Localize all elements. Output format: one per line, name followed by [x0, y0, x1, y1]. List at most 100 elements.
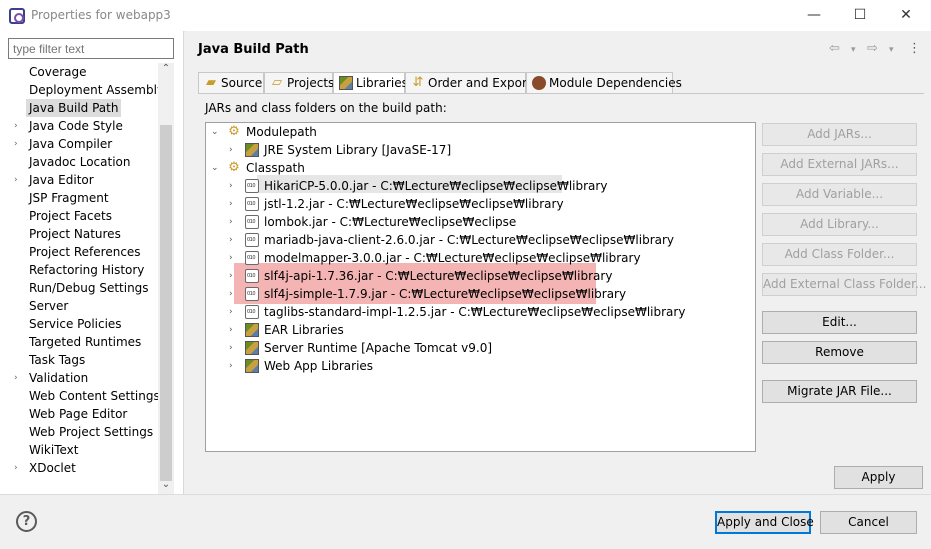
- jar-icon: [245, 197, 259, 211]
- jar-icon: [245, 287, 259, 301]
- twisty-icon[interactable]: ›: [229, 249, 241, 267]
- tab-label: Projects: [287, 76, 335, 90]
- tree-item-java-compiler[interactable]: › Java Compiler: [0, 135, 158, 153]
- minimize-button[interactable]: —: [791, 3, 837, 27]
- scrollbar-thumb[interactable]: [160, 125, 172, 481]
- close-button[interactable]: ✕: [883, 3, 929, 27]
- jar-icon: [245, 233, 259, 247]
- tree-item-label: Web Content Settings: [29, 389, 158, 403]
- tree-item-web-project-settings[interactable]: Web Project Settings: [0, 423, 158, 441]
- expand-chevron-icon[interactable]: ›: [14, 369, 24, 387]
- tree-item-label: Java Compiler: [29, 137, 113, 151]
- property-page-tree: Coverage Deployment Assembly Java Build Pa…: [0, 63, 158, 494]
- tree-item-label: JSP Fragment: [29, 191, 109, 205]
- side-button-add-variable[interactable]: Add Variable...: [762, 183, 917, 206]
- twisty-icon[interactable]: ›: [229, 213, 241, 231]
- tree-item-web-content-settings[interactable]: Web Content Settings: [0, 387, 158, 405]
- tree-item-label: Targeted Runtimes: [29, 335, 142, 349]
- library-icon: [245, 359, 259, 373]
- tree-item-validation[interactable]: › Validation: [0, 369, 158, 387]
- tab-divider: [198, 93, 924, 94]
- twisty-icon[interactable]: ›: [229, 195, 241, 213]
- tree-item-wikitext[interactable]: WikiText: [0, 441, 158, 459]
- back-icon[interactable]: ⇦: [829, 41, 840, 56]
- tree-item-coverage[interactable]: Coverage: [0, 63, 158, 81]
- scroll-down-icon[interactable]: ⌄: [158, 479, 174, 493]
- twisty-icon[interactable]: ›: [229, 339, 241, 357]
- forward-icon[interactable]: ⇨: [867, 41, 878, 56]
- tree-item-deployment-assembly[interactable]: Deployment Assembly: [0, 81, 158, 99]
- tree-item-targeted-runtimes[interactable]: Targeted Runtimes: [0, 333, 158, 351]
- tree-item-label: Coverage: [29, 65, 87, 79]
- tab-label: Source: [221, 76, 263, 90]
- apply-and-close-button[interactable]: Apply and Close: [715, 511, 814, 534]
- side-button-remove[interactable]: Remove: [762, 341, 917, 364]
- side-button-add-library[interactable]: Add Library...: [762, 213, 917, 236]
- tree-item-web-page-editor[interactable]: Web Page Editor: [0, 405, 158, 423]
- maximize-button[interactable]: ☐: [837, 3, 883, 27]
- tab-projects[interactable]: ▱ Projects: [264, 72, 335, 94]
- tree-item-label: Service Policies: [29, 317, 122, 331]
- entry-label: taglibs-standard-impl-1.2.5.jar - C:₩Lec…: [264, 305, 686, 319]
- tab-libraries[interactable]: Libraries: [333, 72, 408, 94]
- forward-menu-icon[interactable]: ▾: [889, 45, 894, 55]
- side-button-edit[interactable]: Edit...: [762, 311, 917, 334]
- tree-item-java-code-style[interactable]: › Java Code Style: [0, 117, 158, 135]
- twisty-icon[interactable]: ›: [229, 303, 241, 321]
- twisty-icon[interactable]: ›: [229, 285, 241, 303]
- twisty-icon[interactable]: ›: [229, 321, 241, 339]
- filter-input[interactable]: [8, 38, 174, 59]
- tab-order-and-export[interactable]: ⇵ Order and Export: [405, 72, 532, 94]
- side-button-add-class-folder[interactable]: Add Class Folder...: [762, 243, 917, 266]
- tree-item-project-references[interactable]: Project References: [0, 243, 158, 261]
- tree-item-label: Run/Debug Settings: [29, 281, 149, 295]
- twisty-icon[interactable]: ›: [229, 177, 241, 195]
- scroll-up-icon[interactable]: ⌃: [158, 63, 174, 77]
- side-button-add-external-class-folder[interactable]: Add External Class Folder...: [762, 273, 926, 296]
- tab-source[interactable]: ▰ Source: [198, 72, 264, 94]
- cancel-button[interactable]: Cancel: [820, 511, 917, 534]
- tree-item-run-debug-settings[interactable]: Run/Debug Settings: [0, 279, 158, 297]
- side-button-add-jars[interactable]: Add JARs...: [762, 123, 917, 146]
- expand-chevron-icon[interactable]: ›: [14, 171, 24, 189]
- view-menu-icon[interactable]: ⋮: [908, 41, 921, 56]
- tree-item-label: Web Project Settings: [29, 425, 154, 439]
- twisty-icon[interactable]: ⌄: [211, 159, 223, 177]
- help-icon[interactable]: ?: [16, 511, 37, 532]
- tab-module-dependencies[interactable]: Module Dependencies: [526, 72, 682, 94]
- twisty-icon[interactable]: ›: [229, 141, 241, 159]
- tree-item-refactoring-history[interactable]: Refactoring History: [0, 261, 158, 279]
- libraries-icon: [339, 76, 353, 90]
- back-menu-icon[interactable]: ▾: [851, 45, 856, 55]
- close-icon: ✕: [900, 7, 912, 23]
- side-button-migrate-jar-file[interactable]: Migrate JAR File...: [762, 380, 917, 403]
- tree-item-service-policies[interactable]: Service Policies: [0, 315, 158, 333]
- entry-label: slf4j-api-1.7.36.jar - C:₩Lecture₩eclips…: [264, 269, 613, 283]
- tree-item-jsp-fragment[interactable]: JSP Fragment: [0, 189, 158, 207]
- tree-item-task-tags[interactable]: Task Tags: [0, 351, 158, 369]
- tree-item-java-editor[interactable]: › Java Editor: [0, 171, 158, 189]
- expand-chevron-icon[interactable]: ›: [14, 135, 24, 153]
- tree-item-server[interactable]: Server: [0, 297, 158, 315]
- jar-icon: [245, 269, 259, 283]
- side-button-add-external-jars[interactable]: Add External JARs...: [762, 153, 917, 176]
- tree-item-project-facets[interactable]: Project Facets: [0, 207, 158, 225]
- apply-button[interactable]: Apply: [834, 466, 923, 489]
- tree-item-xdoclet[interactable]: › XDoclet: [0, 459, 158, 477]
- tree-item-javadoc-location[interactable]: Javadoc Location: [0, 153, 158, 171]
- expand-chevron-icon[interactable]: ›: [14, 117, 24, 135]
- tree-item-label: Project References: [29, 245, 141, 259]
- expand-chevron-icon[interactable]: ›: [14, 459, 24, 477]
- window-title: Properties for webapp3: [31, 8, 171, 22]
- entry-label: HikariCP-5.0.0.jar - C:₩Lecture₩eclipse₩…: [264, 179, 608, 193]
- twisty-icon[interactable]: ›: [229, 267, 241, 285]
- twisty-icon[interactable]: ⌄: [211, 123, 223, 141]
- left-tree-scrollbar[interactable]: ⌃ ⌄: [158, 63, 174, 494]
- tree-item-java-build-path[interactable]: Java Build Path: [0, 99, 158, 117]
- tree-item-project-natures[interactable]: Project Natures: [0, 225, 158, 243]
- tab-label: Order and Export: [428, 76, 532, 90]
- twisty-icon[interactable]: ›: [229, 357, 241, 375]
- tree-item-label: Java Editor: [29, 173, 94, 187]
- entry-label: slf4j-simple-1.7.9.jar - C:₩Lecture₩ecli…: [264, 287, 627, 301]
- twisty-icon[interactable]: ›: [229, 231, 241, 249]
